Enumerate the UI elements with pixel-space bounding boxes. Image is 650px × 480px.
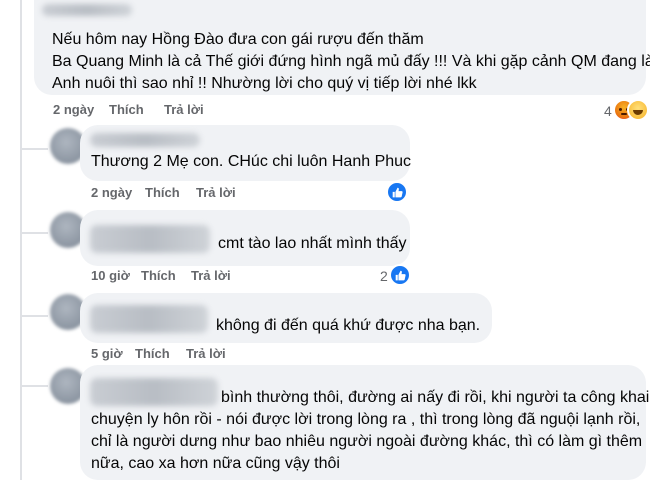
comment-text: cmt tào lao nhất mình thấy <box>218 235 407 252</box>
reaction-count[interactable]: 4 <box>604 103 612 119</box>
like-reaction-icon[interactable] <box>389 264 411 286</box>
comment-text: Ba Quang Minh là cả Thế giới đứng hình n… <box>52 53 650 70</box>
reply-link[interactable]: Trả lời <box>196 185 236 200</box>
like-reaction-icon[interactable] <box>386 181 408 203</box>
commenter-name[interactable] <box>90 133 200 147</box>
reaction-count[interactable]: 2 <box>380 268 388 284</box>
like-link[interactable]: Thích <box>141 268 176 283</box>
comment-time[interactable]: 2 ngày <box>91 185 132 200</box>
haha-reaction-icon[interactable] <box>627 99 649 121</box>
like-link[interactable]: Thích <box>135 346 170 361</box>
thread-connector <box>20 385 48 387</box>
comment-text: chuyện ly hôn rồi - nói được lời trong l… <box>91 411 641 428</box>
reply-link[interactable]: Trả lời <box>186 346 226 361</box>
comment-text: Anh nuôi thì sao nhỉ !! Nhường lời cho q… <box>52 75 477 92</box>
reply-link[interactable]: Trả lời <box>164 102 204 117</box>
commenter-name[interactable] <box>90 378 218 406</box>
commenter-name[interactable] <box>90 305 208 333</box>
comment-text: Nếu hôm nay Hồng Đào đưa con gái rượu đế… <box>52 31 424 48</box>
comment-time[interactable]: 2 ngày <box>53 102 94 117</box>
thread-connector <box>20 232 48 234</box>
comment-text: không đi đến quá khứ được nha bạn. <box>216 317 481 334</box>
commenter-name[interactable] <box>90 225 210 253</box>
comment-text: chỉ là người dưng như bao nhiêu người ng… <box>91 433 643 450</box>
comment-text: Thương 2 Mẹ con. CHúc chi luôn Hanh Phuc <box>91 153 412 170</box>
comment-time[interactable]: 5 giờ <box>91 346 123 361</box>
like-link[interactable]: Thích <box>145 185 180 200</box>
reply-link[interactable]: Trả lời <box>191 268 231 283</box>
thread-connector <box>20 148 48 150</box>
comment-time[interactable]: 10 giờ <box>91 268 130 283</box>
thread-connector <box>20 315 48 317</box>
comment-text: bình thường thôi, đường ai nấy đi rồi, k… <box>221 389 650 406</box>
thread-line <box>20 0 22 480</box>
comment-text: nữa, cao xa hơn nữa cũng vậy thôi <box>91 455 340 472</box>
commenter-name[interactable] <box>42 4 132 16</box>
like-link[interactable]: Thích <box>109 102 144 117</box>
